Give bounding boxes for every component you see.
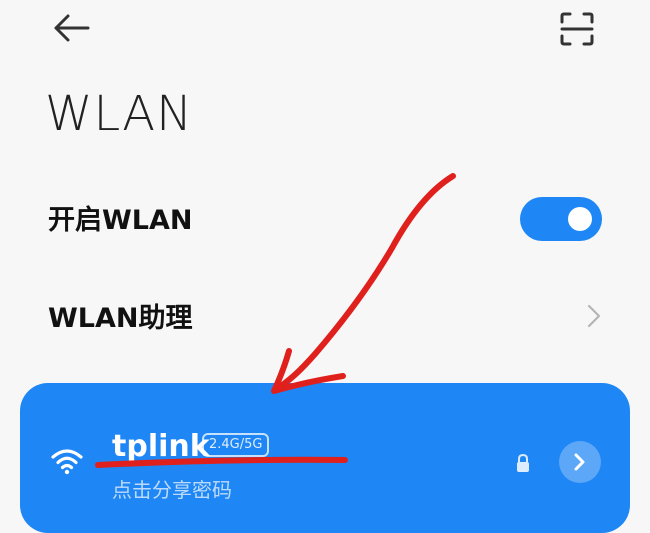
page-title: WLAN xyxy=(45,86,194,142)
wlan-assistant-row[interactable]: WLAN助理 xyxy=(0,278,650,350)
network-detail-button[interactable] xyxy=(559,441,601,483)
top-bar xyxy=(0,0,650,70)
wlan-assistant-label: WLAN助理 xyxy=(48,303,193,334)
toggle-knob xyxy=(568,207,592,231)
wifi-icon xyxy=(51,449,83,475)
scan-icon[interactable] xyxy=(556,8,598,50)
chevron-right-icon xyxy=(587,304,601,328)
wlan-enable-label: 开启WLAN xyxy=(48,205,193,236)
wlan-toggle[interactable] xyxy=(520,197,602,241)
share-password-hint[interactable]: 点击分享密码 xyxy=(112,474,232,503)
wlan-enable-row[interactable]: 开启WLAN xyxy=(0,180,650,252)
connected-network-card[interactable]: tplink 2.4G/5G 点击分享密码 xyxy=(20,383,630,533)
lock-icon xyxy=(517,453,529,472)
back-arrow-icon[interactable] xyxy=(48,8,94,48)
chevron-right-icon xyxy=(574,453,585,471)
network-name: tplink xyxy=(112,429,210,464)
band-badge: 2.4G/5G xyxy=(202,433,270,457)
